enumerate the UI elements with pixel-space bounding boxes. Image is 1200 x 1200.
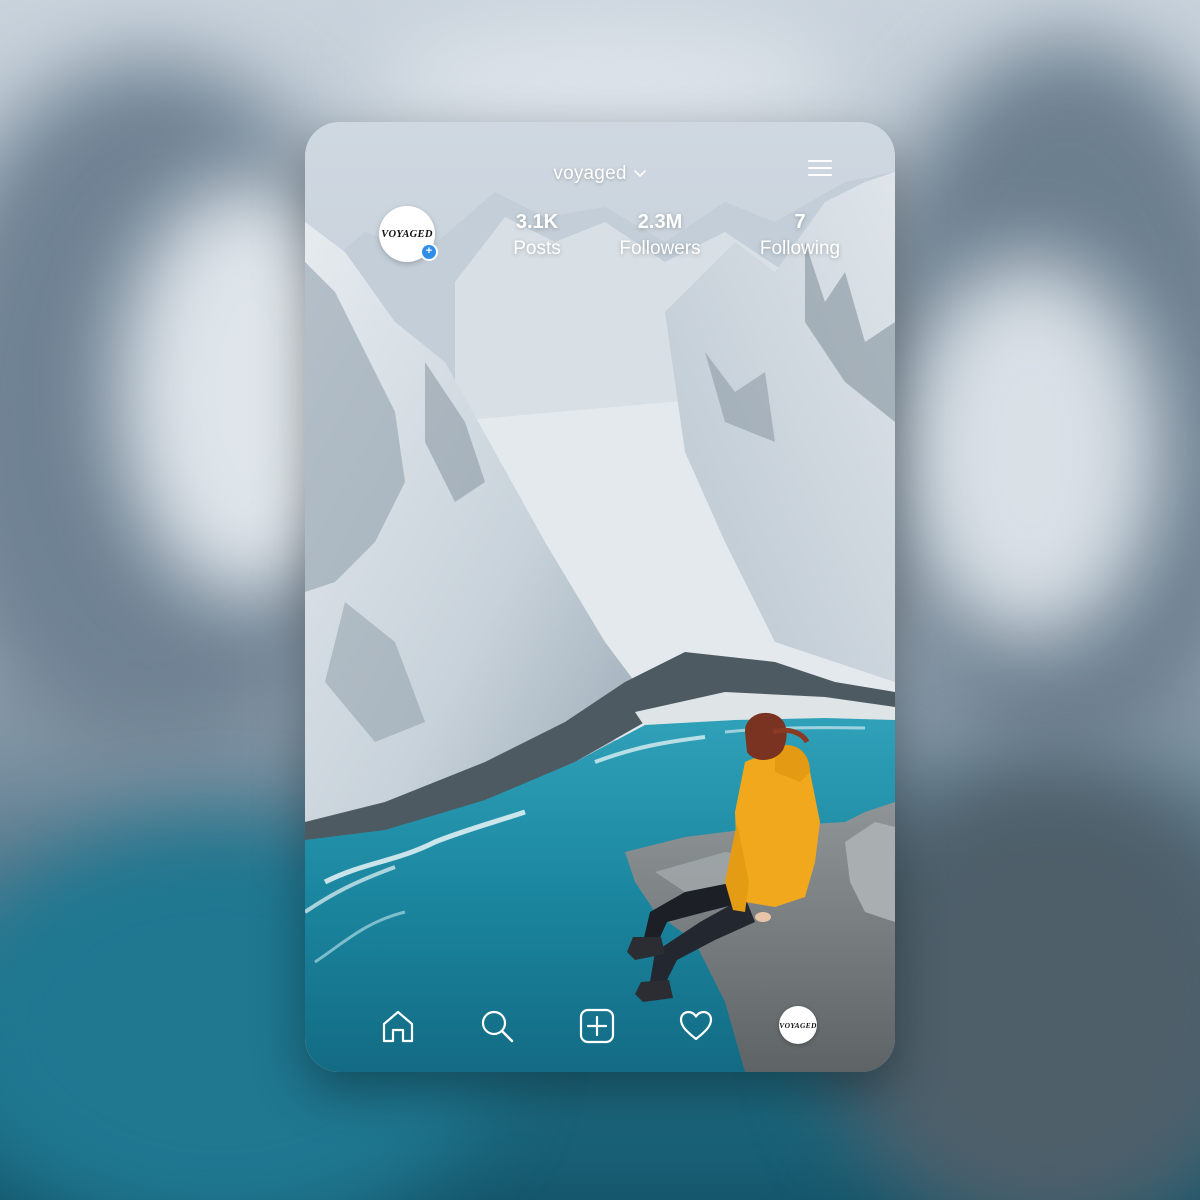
heart-icon xyxy=(679,1010,713,1041)
avatar-logo-text: VOYAGED xyxy=(381,228,433,240)
chevron-down-icon xyxy=(633,170,646,178)
plus-badge-icon[interactable]: + xyxy=(420,243,438,261)
stat-followers[interactable]: 2.3M Followers xyxy=(605,210,715,264)
nav-activity-button[interactable] xyxy=(676,1006,716,1046)
stat-posts[interactable]: 3.1K Posts xyxy=(497,210,577,264)
profile-stats-row: VOYAGED + 3.1K Posts 2.3M Followers 7 Fo… xyxy=(379,206,849,266)
phone-screen: voyaged VOYAGED + 3.1K Posts 2.3M Follow… xyxy=(305,122,895,1072)
profile-avatar[interactable]: VOYAGED + xyxy=(379,206,438,262)
stat-followers-value: 2.3M xyxy=(637,211,683,233)
stat-posts-label: Posts xyxy=(513,238,561,259)
home-icon xyxy=(382,1010,414,1043)
nav-search-button[interactable] xyxy=(477,1006,517,1046)
stat-following-label: Following xyxy=(759,238,841,259)
search-icon xyxy=(481,1010,514,1043)
profile-avatar-icon: VOYAGED xyxy=(779,1020,817,1030)
username-switcher[interactable]: voyaged xyxy=(553,163,646,185)
hamburger-menu-icon[interactable] xyxy=(807,158,833,178)
username: voyaged xyxy=(553,163,627,184)
nav-profile-button[interactable]: VOYAGED xyxy=(779,1006,817,1044)
stat-following-value: 7 xyxy=(794,211,806,233)
bottom-navigation: VOYAGED xyxy=(305,1000,895,1050)
add-post-icon xyxy=(579,1008,615,1044)
stat-followers-label: Followers xyxy=(619,238,701,259)
stat-posts-value: 3.1K xyxy=(515,211,559,233)
nav-add-button[interactable] xyxy=(577,1006,617,1046)
nav-home-button[interactable] xyxy=(378,1006,418,1046)
stat-following[interactable]: 7 Following xyxy=(745,210,855,264)
